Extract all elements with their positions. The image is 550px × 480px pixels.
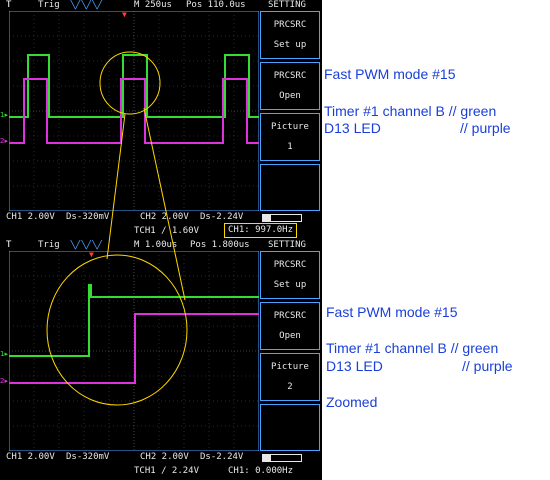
trig-label: Trig <box>38 0 60 10</box>
ch2-scale: CH2 2.00V <box>140 212 189 222</box>
ch2-level-icon: 2▸ <box>0 137 8 145</box>
ch1-scale: CH1 2.00V <box>6 212 55 222</box>
empty-softkey[interactable] <box>260 164 320 211</box>
trigger-arrow-icon: ▼ <box>89 251 94 259</box>
ch1-level-icon: 1▸ <box>0 111 8 119</box>
trigger-arrow-icon: ▼ <box>122 11 127 19</box>
annotation-mode-1: Fast PWM mode #15 <box>324 66 456 82</box>
annotation-zoomed: Zoomed <box>326 394 378 410</box>
trigger-level: TCH1 / 2.24V <box>134 466 200 476</box>
prcsrc-open-button[interactable]: PRCSRC Open <box>260 62 320 110</box>
waveform-graph-1: ▼ <box>9 11 259 211</box>
ch2-offset: Ds-2.24V <box>200 452 244 462</box>
annotation-led-2: D13 LED <box>326 358 383 374</box>
ch2-offset: Ds-2.24V <box>200 212 244 222</box>
annotation-led-1: D13 LED <box>324 120 381 136</box>
trigger-wave-icon: ╲╱╲╱╲╱ <box>70 0 103 10</box>
setting-label: SETTING <box>268 240 306 250</box>
ch1-offset: Ds-320mV <box>66 452 110 462</box>
scope1-topbar: T Trig ╲╱╲╱╲╱ M 250us Pos 110.0us SETTIN… <box>0 0 322 11</box>
ch1-scale: CH1 2.00V <box>6 452 55 462</box>
waveform-graph-2: ▼ <box>9 251 259 451</box>
annotation-timer-1: Timer #1 channel B // green <box>324 103 497 119</box>
trigger-flag: T <box>6 240 12 250</box>
picture-button[interactable]: Picture 2 <box>260 353 320 401</box>
frequency-readout-1: CH1: 997.0Hz <box>224 223 298 238</box>
prcsrc-open-button[interactable]: PRCSRC Open <box>260 302 320 350</box>
position: Pos 110.0us <box>186 0 246 10</box>
trigger-wave-icon: ╲╱╲╱╲╱ <box>70 240 103 250</box>
annotation-timer-2: Timer #1 channel B // green <box>326 340 499 356</box>
scope2-softkey-menu: PRCSRC Set up PRCSRC Open Picture 2 <box>260 251 320 451</box>
oscilloscope-screen-2: T Trig ╲╱╲╱╲╱ M 1.00us Pos 1.800us SETTI… <box>0 240 322 480</box>
memory-bar-icon <box>262 454 302 462</box>
timebase: M 1.00us <box>134 240 178 250</box>
trigger-flag: T <box>6 0 12 10</box>
annotation-purple-1: // purple <box>460 120 511 136</box>
position: Pos 1.800us <box>190 240 250 250</box>
waveform-display-2: ▼ 1▸ 2▸ <box>0 251 259 451</box>
picture-button[interactable]: Picture 1 <box>260 113 320 161</box>
ch2-level-icon: 2▸ <box>0 377 8 385</box>
ch2-scale: CH2 2.00V <box>140 452 189 462</box>
scope2-topbar: T Trig ╲╱╲╱╲╱ M 1.00us Pos 1.800us SETTI… <box>0 240 322 251</box>
trig-label: Trig <box>38 240 60 250</box>
prcsrc-setup-button[interactable]: PRCSRC Set up <box>260 11 320 59</box>
frequency-readout-2: CH1: 0.000Hz <box>228 466 294 476</box>
empty-softkey[interactable] <box>260 404 320 451</box>
oscilloscope-screen-1: T Trig ╲╱╲╱╲╱ M 250us Pos 110.0us SETTIN… <box>0 0 322 240</box>
ch1-level-icon: 1▸ <box>0 350 8 358</box>
annotation-mode-2: Fast PWM mode #15 <box>326 304 458 320</box>
annotation-purple-2: // purple <box>462 358 513 374</box>
ch1-offset: Ds-320mV <box>66 212 110 222</box>
trigger-level: TCH1 / 1.60V <box>134 226 200 236</box>
prcsrc-setup-button[interactable]: PRCSRC Set up <box>260 251 320 299</box>
scope1-softkey-menu: PRCSRC Set up PRCSRC Open Picture 1 <box>260 11 320 211</box>
memory-bar-icon <box>262 214 302 222</box>
waveform-display-1: ▼ 1▸ 2▸ <box>0 11 259 211</box>
timebase: M 250us <box>134 0 172 10</box>
ch2-trace-2 <box>9 313 259 384</box>
setting-label: SETTING <box>268 0 306 10</box>
